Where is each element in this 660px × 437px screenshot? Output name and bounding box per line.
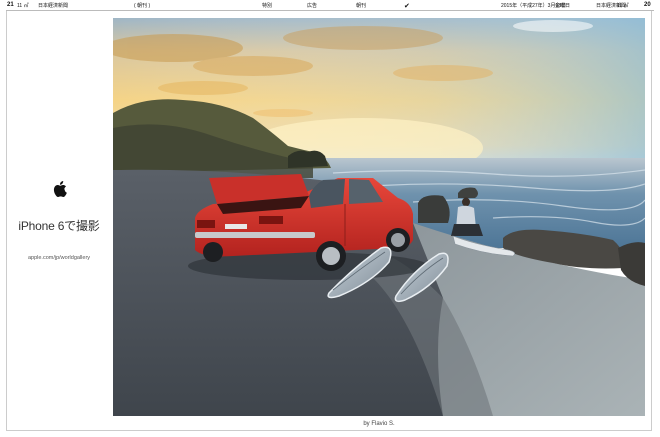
header-date-left: 11 ㎡ [17,3,29,9]
header-section-3: 朝刊 [356,3,367,9]
header-section-1: 特別 [262,3,273,9]
header-check-mark: ✔ [404,3,410,10]
beach-photo [113,18,645,416]
header-section-2: 広告 [307,3,318,9]
header-edition-right: 11 ㎡ [617,3,629,9]
page-number-left: 21 [7,2,14,8]
apple-logo-icon [53,181,67,197]
header-edition-left: ( 朝刊 ) [134,3,151,9]
ad-tagline: iPhone 6で撮影 [18,219,100,233]
page-number-right: 20 [644,2,651,8]
photo-credit: by Flavio S. [363,421,395,427]
header-day: 金曜日 [555,3,571,9]
header-paper-left: 日本経済新聞 [38,3,69,9]
ad-url[interactable]: apple.com/jp/worldgallery [7,255,111,261]
ad-panel: iPhone 6で撮影 apple.com/jp/worldgallery [7,11,111,431]
